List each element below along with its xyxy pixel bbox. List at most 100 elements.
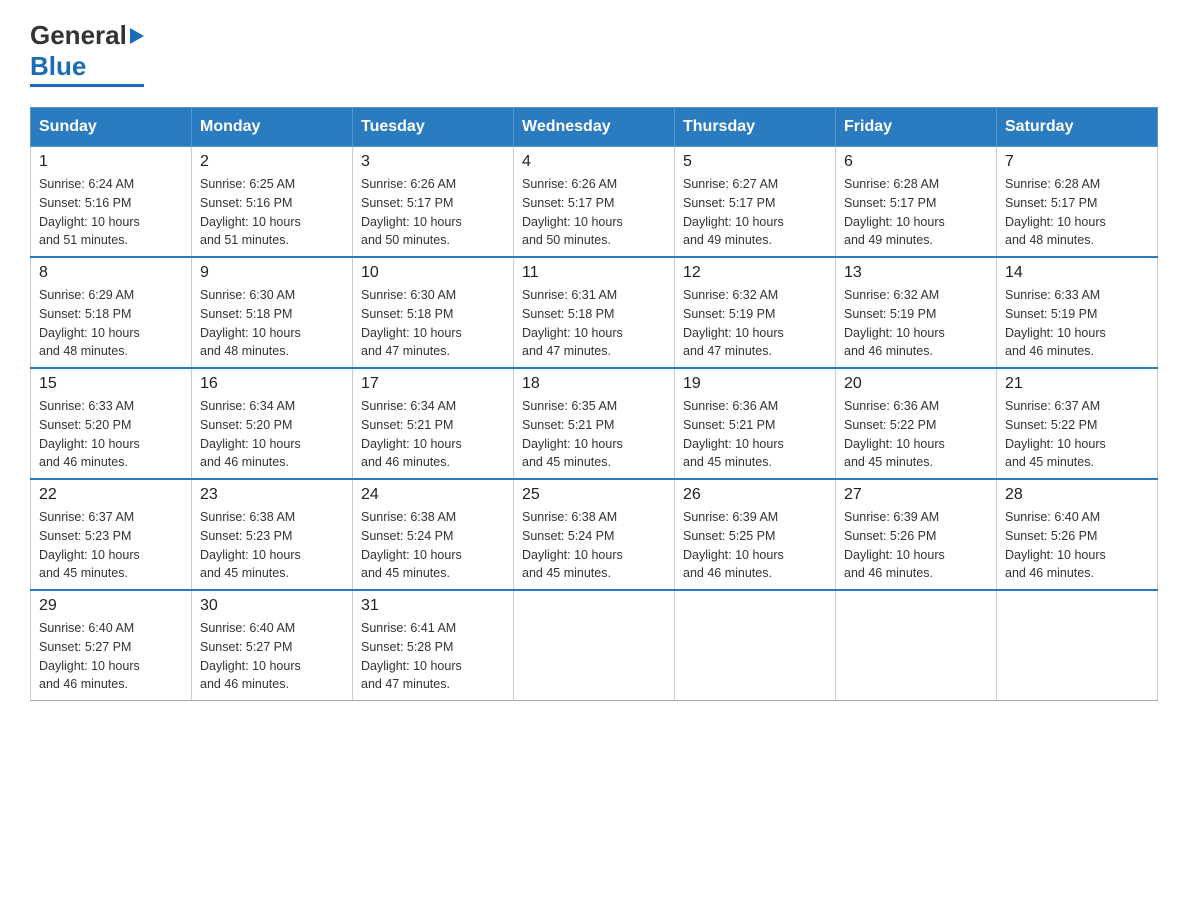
day-info: Sunrise: 6:34 AMSunset: 5:21 PMDaylight:… (361, 397, 505, 472)
calendar-cell: 17 Sunrise: 6:34 AMSunset: 5:21 PMDayligh… (353, 368, 514, 479)
day-header-wednesday: Wednesday (514, 108, 675, 147)
calendar-week-row: 8 Sunrise: 6:29 AMSunset: 5:18 PMDaylight… (31, 257, 1158, 368)
calendar-table: SundayMondayTuesdayWednesdayThursdayFrid… (30, 107, 1158, 701)
calendar-cell: 11Sunrise: 6:31 AMSunset: 5:18 PMDayligh… (514, 257, 675, 368)
calendar-cell: 14 Sunrise: 6:33 AMSunset: 5:19 PMDayligh… (997, 257, 1158, 368)
calendar-cell: 31 Sunrise: 6:41 AMSunset: 5:28 PMDayligh… (353, 590, 514, 701)
day-info: Sunrise: 6:28 AMSunset: 5:17 PMDaylight:… (1005, 175, 1149, 250)
day-number: 9 (200, 264, 344, 282)
day-header-monday: Monday (192, 108, 353, 147)
logo: General Blue (30, 20, 144, 87)
day-info: Sunrise: 6:40 AMSunset: 5:26 PMDaylight:… (1005, 508, 1149, 583)
calendar-cell: 23 Sunrise: 6:38 AMSunset: 5:23 PMDayligh… (192, 479, 353, 590)
day-info: Sunrise: 6:39 AMSunset: 5:25 PMDaylight:… (683, 508, 827, 583)
day-number: 12 (683, 264, 827, 282)
day-number: 4 (522, 153, 666, 171)
day-info: Sunrise: 6:38 AMSunset: 5:24 PMDaylight:… (522, 508, 666, 583)
day-info: Sunrise: 6:29 AMSunset: 5:18 PMDaylight:… (39, 286, 183, 361)
calendar-cell: 25Sunrise: 6:38 AMSunset: 5:24 PMDayligh… (514, 479, 675, 590)
day-info: Sunrise: 6:30 AMSunset: 5:18 PMDaylight:… (361, 286, 505, 361)
day-number: 23 (200, 486, 344, 504)
day-header-thursday: Thursday (675, 108, 836, 147)
page-header: General Blue (30, 20, 1158, 87)
calendar-cell: 30Sunrise: 6:40 AMSunset: 5:27 PMDayligh… (192, 590, 353, 701)
calendar-cell: 10 Sunrise: 6:30 AMSunset: 5:18 PMDayligh… (353, 257, 514, 368)
day-number: 10 (361, 264, 505, 282)
day-info: Sunrise: 6:34 AMSunset: 5:20 PMDaylight:… (200, 397, 344, 472)
day-number: 21 (1005, 375, 1149, 393)
day-info: Sunrise: 6:38 AMSunset: 5:23 PMDaylight:… (200, 508, 344, 583)
calendar-cell (514, 590, 675, 701)
day-info: Sunrise: 6:31 AMSunset: 5:18 PMDaylight:… (522, 286, 666, 361)
day-info: Sunrise: 6:33 AMSunset: 5:19 PMDaylight:… (1005, 286, 1149, 361)
day-number: 13 (844, 264, 988, 282)
day-info: Sunrise: 6:38 AMSunset: 5:24 PMDaylight:… (361, 508, 505, 583)
day-number: 20 (844, 375, 988, 393)
day-number: 6 (844, 153, 988, 171)
day-info: Sunrise: 6:33 AMSunset: 5:20 PMDaylight:… (39, 397, 183, 472)
day-info: Sunrise: 6:41 AMSunset: 5:28 PMDaylight:… (361, 619, 505, 694)
calendar-cell: 28 Sunrise: 6:40 AMSunset: 5:26 PMDayligh… (997, 479, 1158, 590)
day-number: 3 (361, 153, 505, 171)
calendar-cell: 15 Sunrise: 6:33 AMSunset: 5:20 PMDayligh… (31, 368, 192, 479)
day-info: Sunrise: 6:32 AMSunset: 5:19 PMDaylight:… (844, 286, 988, 361)
logo-triangle-icon (130, 28, 144, 44)
calendar-header-row: SundayMondayTuesdayWednesdayThursdayFrid… (31, 108, 1158, 147)
calendar-cell: 16 Sunrise: 6:34 AMSunset: 5:20 PMDayligh… (192, 368, 353, 479)
calendar-cell: 8 Sunrise: 6:29 AMSunset: 5:18 PMDaylight… (31, 257, 192, 368)
calendar-cell: 26 Sunrise: 6:39 AMSunset: 5:25 PMDayligh… (675, 479, 836, 590)
day-header-sunday: Sunday (31, 108, 192, 147)
day-info: Sunrise: 6:24 AMSunset: 5:16 PMDaylight:… (39, 175, 183, 250)
day-number: 7 (1005, 153, 1149, 171)
day-number: 27 (844, 486, 988, 504)
calendar-week-row: 29Sunrise: 6:40 AMSunset: 5:27 PMDayligh… (31, 590, 1158, 701)
day-info: Sunrise: 6:40 AMSunset: 5:27 PMDaylight:… (39, 619, 183, 694)
logo-blue-text: Blue (30, 51, 144, 82)
day-header-friday: Friday (836, 108, 997, 147)
day-info: Sunrise: 6:39 AMSunset: 5:26 PMDaylight:… (844, 508, 988, 583)
day-header-saturday: Saturday (997, 108, 1158, 147)
day-info: Sunrise: 6:28 AMSunset: 5:17 PMDaylight:… (844, 175, 988, 250)
day-number: 30 (200, 597, 344, 615)
calendar-week-row: 1 Sunrise: 6:24 AMSunset: 5:16 PMDaylight… (31, 147, 1158, 258)
day-number: 5 (683, 153, 827, 171)
calendar-cell: 19Sunrise: 6:36 AMSunset: 5:21 PMDayligh… (675, 368, 836, 479)
logo-general-text: General (30, 20, 127, 51)
calendar-week-row: 22Sunrise: 6:37 AMSunset: 5:23 PMDayligh… (31, 479, 1158, 590)
day-number: 18 (522, 375, 666, 393)
calendar-cell: 29Sunrise: 6:40 AMSunset: 5:27 PMDayligh… (31, 590, 192, 701)
day-header-tuesday: Tuesday (353, 108, 514, 147)
calendar-cell: 4 Sunrise: 6:26 AMSunset: 5:17 PMDaylight… (514, 147, 675, 258)
calendar-cell (836, 590, 997, 701)
day-info: Sunrise: 6:36 AMSunset: 5:21 PMDaylight:… (683, 397, 827, 472)
day-info: Sunrise: 6:26 AMSunset: 5:17 PMDaylight:… (361, 175, 505, 250)
calendar-cell: 24 Sunrise: 6:38 AMSunset: 5:24 PMDayligh… (353, 479, 514, 590)
calendar-cell: 13 Sunrise: 6:32 AMSunset: 5:19 PMDayligh… (836, 257, 997, 368)
day-number: 14 (1005, 264, 1149, 282)
day-number: 17 (361, 375, 505, 393)
day-number: 16 (200, 375, 344, 393)
calendar-cell: 27 Sunrise: 6:39 AMSunset: 5:26 PMDayligh… (836, 479, 997, 590)
day-number: 28 (1005, 486, 1149, 504)
day-number: 26 (683, 486, 827, 504)
day-info: Sunrise: 6:37 AMSunset: 5:23 PMDaylight:… (39, 508, 183, 583)
calendar-cell: 5 Sunrise: 6:27 AMSunset: 5:17 PMDaylight… (675, 147, 836, 258)
day-info: Sunrise: 6:35 AMSunset: 5:21 PMDaylight:… (522, 397, 666, 472)
calendar-cell: 12Sunrise: 6:32 AMSunset: 5:19 PMDayligh… (675, 257, 836, 368)
day-info: Sunrise: 6:26 AMSunset: 5:17 PMDaylight:… (522, 175, 666, 250)
day-number: 2 (200, 153, 344, 171)
day-number: 15 (39, 375, 183, 393)
calendar-cell: 6 Sunrise: 6:28 AMSunset: 5:17 PMDaylight… (836, 147, 997, 258)
calendar-cell (997, 590, 1158, 701)
day-number: 24 (361, 486, 505, 504)
calendar-cell: 3 Sunrise: 6:26 AMSunset: 5:17 PMDaylight… (353, 147, 514, 258)
day-info: Sunrise: 6:36 AMSunset: 5:22 PMDaylight:… (844, 397, 988, 472)
day-number: 1 (39, 153, 183, 171)
logo-underline (30, 84, 144, 87)
calendar-cell: 20 Sunrise: 6:36 AMSunset: 5:22 PMDayligh… (836, 368, 997, 479)
day-info: Sunrise: 6:27 AMSunset: 5:17 PMDaylight:… (683, 175, 827, 250)
calendar-cell: 22Sunrise: 6:37 AMSunset: 5:23 PMDayligh… (31, 479, 192, 590)
calendar-cell: 9Sunrise: 6:30 AMSunset: 5:18 PMDaylight… (192, 257, 353, 368)
day-number: 8 (39, 264, 183, 282)
day-number: 31 (361, 597, 505, 615)
